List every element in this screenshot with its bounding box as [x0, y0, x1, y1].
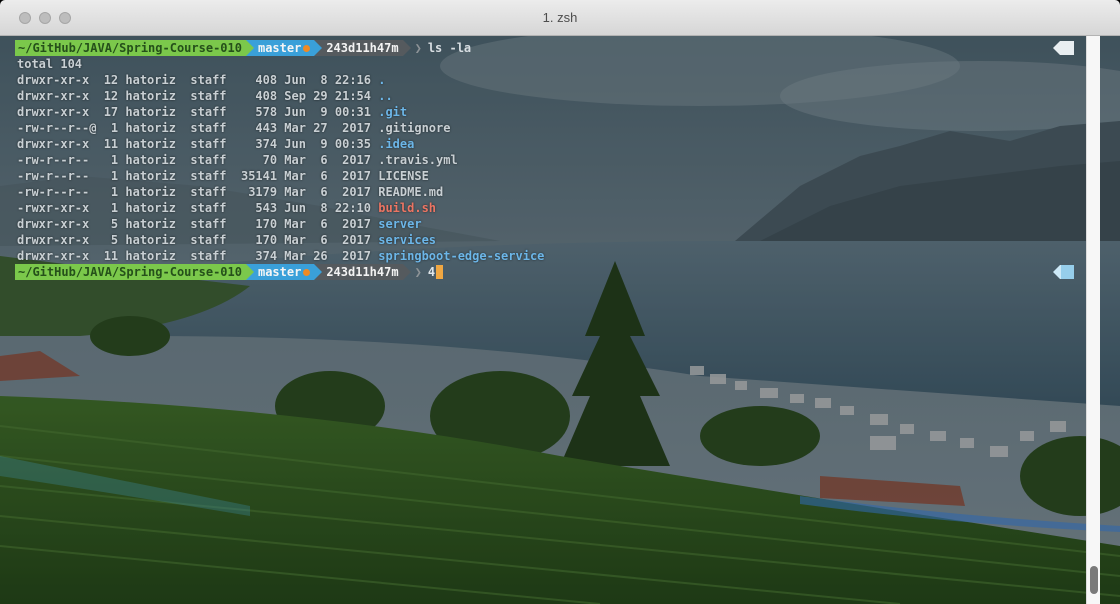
terminal-content[interactable]: ~/GitHub/JAVA/Spring-Course-010 master 2…: [0, 36, 1086, 604]
listing-row-filename: README.md: [378, 185, 444, 199]
terminal-window: 1. zsh ~/GitHub/JAVA/Spring-Course-010 m…: [0, 0, 1120, 604]
listing-row-filename: .gitignore: [378, 121, 451, 135]
listing-row-meta: -rwxr-xr-x 1 hatoriz staff 543 Jun 8 22:…: [17, 201, 379, 215]
listing-row: drwxr-xr-x 17 hatoriz staff 578 Jun 9 00…: [17, 104, 407, 120]
powerline-separator: [402, 40, 411, 56]
command-input-text[interactable]: 4: [428, 265, 435, 279]
command-text: ls -la: [427, 41, 472, 55]
listing-row-meta: -rw-r--r-- 1 hatoriz staff 35141 Mar 6 2…: [17, 169, 379, 183]
listing-row-filename: build.sh: [378, 201, 437, 215]
powerline-separator: [314, 264, 323, 280]
powerline-separator: [245, 264, 254, 280]
powerline-separator: [245, 40, 254, 56]
listing-row: drwxr-xr-x 5 hatoriz staff 170 Mar 6 201…: [17, 216, 422, 232]
prompt-path-segment: ~/GitHub/JAVA/Spring-Course-010: [15, 264, 246, 280]
prompt-time-segment: 243d11h47m: [322, 40, 403, 56]
listing-row-meta: drwxr-xr-x 5 hatoriz staff 170 Mar 6 201…: [17, 233, 379, 247]
listing-row: -rw-r--r--@ 1 hatoriz staff 443 Mar 27 2…: [17, 120, 450, 136]
listing-row-filename: LICENSE: [378, 169, 429, 183]
prompt-chevron-icon: ❯: [414, 265, 422, 279]
listing-row-filename: server: [378, 217, 422, 231]
listing-row: -rw-r--r-- 1 hatoriz staff 35141 Mar 6 2…: [17, 168, 429, 184]
text-cursor: [436, 265, 444, 279]
right-prompt-marker-icon: [1053, 265, 1074, 279]
vertical-scrollbar[interactable]: [1086, 36, 1100, 604]
powerline-separator: [314, 40, 323, 56]
listing-row: -rwxr-xr-x 1 hatoriz staff 543 Jun 8 22:…: [17, 200, 436, 216]
listing-row-filename: springboot-edge-service: [378, 249, 545, 263]
prompt-branch-segment: master: [253, 264, 315, 280]
listing-total: total 104: [17, 57, 83, 71]
listing-row-meta: -rw-r--r-- 1 hatoriz staff 70 Mar 6 2017: [17, 153, 379, 167]
listing-row-filename: ..: [378, 89, 393, 103]
listing-row: -rw-r--r-- 1 hatoriz staff 3179 Mar 6 20…: [17, 184, 443, 200]
prompt-branch-label: master: [257, 265, 302, 279]
listing-row: drwxr-xr-x 11 hatoriz staff 374 Jun 9 00…: [17, 136, 414, 152]
listing-row-meta: -rw-r--r--@ 1 hatoriz staff 443 Mar 27 2…: [17, 121, 379, 135]
powerline-separator: [402, 264, 411, 280]
git-dirty-indicator-icon: [303, 44, 311, 52]
listing-row: drwxr-xr-x 12 hatoriz staff 408 Sep 29 2…: [17, 88, 393, 104]
prompt-branch-segment: master: [253, 40, 315, 56]
listing-row-meta: drwxr-xr-x 11 hatoriz staff 374 Mar 26 2…: [17, 249, 379, 263]
listing-row-meta: drwxr-xr-x 5 hatoriz staff 170 Mar 6 201…: [17, 217, 379, 231]
prompt-time-segment: 243d11h47m: [322, 264, 403, 280]
listing-row-meta: drwxr-xr-x 17 hatoriz staff 578 Jun 9 00…: [17, 105, 379, 119]
title-bar[interactable]: 1. zsh: [0, 0, 1120, 36]
listing-row-meta: -rw-r--r-- 1 hatoriz staff 3179 Mar 6 20…: [17, 185, 379, 199]
listing-row-meta: drwxr-xr-x 12 hatoriz staff 408 Jun 8 22…: [17, 73, 379, 87]
window-title: 1. zsh: [542, 10, 578, 25]
prompt-path-segment: ~/GitHub/JAVA/Spring-Course-010: [15, 40, 246, 56]
scrollbar-thumb[interactable]: [1090, 566, 1098, 594]
prompt-line-2[interactable]: ~/GitHub/JAVA/Spring-Course-010 master 2…: [15, 264, 444, 280]
listing-row-meta: drwxr-xr-x 11 hatoriz staff 374 Jun 9 00…: [17, 137, 379, 151]
listing-row: drwxr-xr-x 12 hatoriz staff 408 Jun 8 22…: [17, 72, 385, 88]
prompt-branch-label: master: [257, 41, 302, 55]
listing-row: drwxr-xr-x 11 hatoriz staff 374 Mar 26 2…: [17, 248, 544, 264]
listing-row-meta: drwxr-xr-x 12 hatoriz staff 408 Sep 29 2…: [17, 89, 379, 103]
listing-row-filename: .: [378, 73, 386, 87]
listing-row-filename: .travis.yml: [378, 153, 458, 167]
right-prompt-marker-icon: [1053, 41, 1074, 55]
listing-row: drwxr-xr-x 5 hatoriz staff 170 Mar 6 201…: [17, 232, 436, 248]
listing-row-filename: services: [378, 233, 437, 247]
prompt-chevron-icon: ❯: [414, 41, 422, 55]
prompt-line-1: ~/GitHub/JAVA/Spring-Course-010 master 2…: [15, 40, 471, 56]
git-dirty-indicator-icon: [303, 268, 311, 276]
listing-row: -rw-r--r-- 1 hatoriz staff 70 Mar 6 2017…: [17, 152, 458, 168]
listing-row-filename: .git: [378, 105, 408, 119]
listing-row-filename: .idea: [378, 137, 415, 151]
